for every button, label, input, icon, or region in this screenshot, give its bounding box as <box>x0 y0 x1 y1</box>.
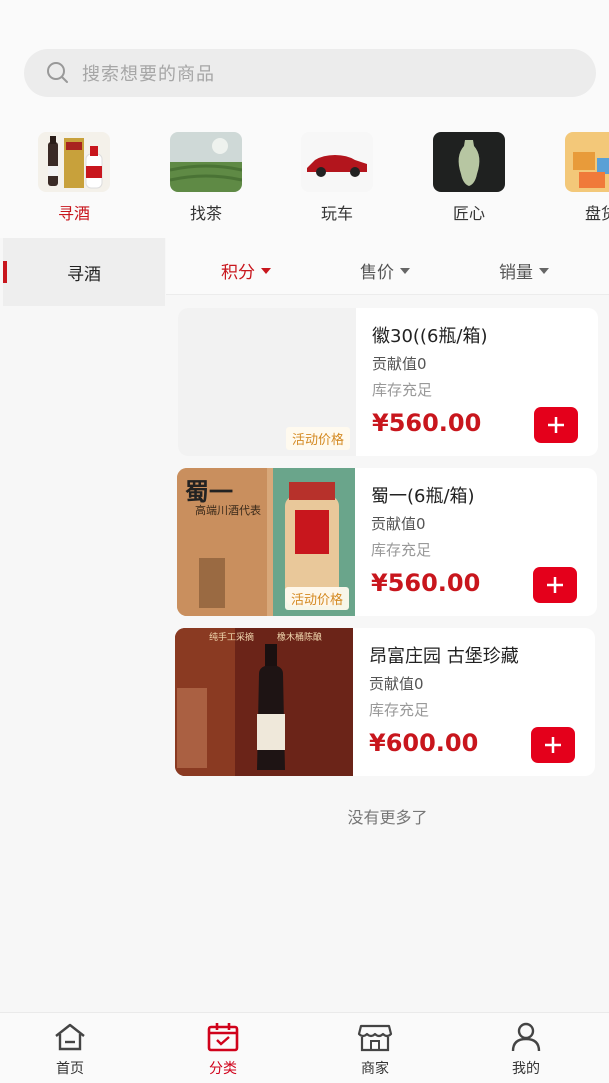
caret-down-icon <box>539 267 549 274</box>
product-stock: 库存充足 <box>369 701 430 719</box>
image-brand-subtext: 高端川酒代表 <box>195 504 261 517</box>
search-placeholder: 搜索想要的商品 <box>82 64 215 85</box>
sidebar-item-liquor[interactable]: 寻酒 <box>3 238 165 306</box>
product-stock: 库存充足 <box>371 541 432 559</box>
category-label: 寻酒 <box>57 204 90 223</box>
product-card[interactable]: 纯手工采摘 橡木桶陈酿 昂富庄园 古堡珍藏 贡献值0 库存充足 ¥600.00 <box>175 628 595 776</box>
category-craft[interactable]: 匠心 <box>424 132 514 224</box>
product-price: ¥560.00 <box>372 409 482 437</box>
tab-merchant[interactable]: 商家 <box>335 1021 415 1078</box>
product-contribution: 贡献值0 <box>371 515 426 533</box>
category-label: 找茶 <box>189 204 222 223</box>
search-icon <box>47 62 68 83</box>
active-indicator <box>3 261 7 283</box>
sort-sales[interactable]: 销量 <box>499 258 549 283</box>
end-of-list-text: 没有更多了 <box>347 808 428 827</box>
product-contribution: 贡献值0 <box>369 675 424 693</box>
image-caption-right: 橡木桶陈酿 <box>277 633 323 643</box>
sort-label: 售价 <box>360 263 394 283</box>
product-name: 昂富庄园 古堡珍藏 <box>369 646 519 667</box>
category-label: 匠心 <box>452 204 485 223</box>
tab-home[interactable]: 首页 <box>30 1021 110 1078</box>
product-card[interactable]: 活动价格 徽30((6瓶/箱) 贡献值0 库存充足 ¥560.00 <box>178 308 598 456</box>
product-name: 徽30((6瓶/箱) <box>372 326 488 347</box>
product-card[interactable]: 蜀一 高端川酒代表 活动价格 蜀一(6瓶/箱) 贡献值0 库存充足 ¥560.0… <box>177 468 597 616</box>
sort-price[interactable]: 售价 <box>360 258 410 283</box>
product-name: 蜀一(6瓶/箱) <box>371 486 475 507</box>
tea-field-image <box>170 132 242 192</box>
product-price: ¥600.00 <box>369 729 479 757</box>
sort-bar: 积分 售价 销量 <box>166 238 609 295</box>
category-label: 盘货 <box>584 204 609 223</box>
product-contribution: 贡献值0 <box>372 355 427 373</box>
search-bar[interactable]: 搜索想要的商品 <box>24 49 596 97</box>
promo-badge: 活动价格 <box>284 587 349 610</box>
sidebar-item-label: 寻酒 <box>67 264 101 285</box>
add-to-cart-button[interactable] <box>531 727 575 763</box>
tab-label: 分类 <box>209 1061 237 1077</box>
top-area: 搜索想要的商品 寻酒 找茶 玩车 匠心 盘货 <box>0 0 609 238</box>
caret-down-icon <box>261 267 271 274</box>
calendar-icon <box>207 1023 239 1052</box>
tab-mine[interactable]: 我的 <box>486 1021 566 1078</box>
product-image: 纯手工采摘 橡木桶陈酿 <box>175 628 353 776</box>
category-liquor[interactable]: 寻酒 <box>29 132 119 224</box>
product-stock: 库存充足 <box>372 381 433 399</box>
add-to-cart-button[interactable] <box>533 567 577 603</box>
product-image-placeholder: 活动价格 <box>178 308 356 456</box>
tab-label: 我的 <box>512 1061 540 1077</box>
vase-image <box>433 132 505 192</box>
car-image <box>301 132 373 192</box>
sidebar: 寻酒 <box>3 238 165 1012</box>
tab-category[interactable]: 分类 <box>183 1021 263 1078</box>
plus-icon <box>547 577 563 593</box>
category-label: 玩车 <box>320 204 353 223</box>
category-strip: 寻酒 找茶 玩车 匠心 盘货 <box>0 132 609 232</box>
liquor-image <box>38 132 110 192</box>
promo-badge: 活动价格 <box>285 427 350 450</box>
product-image: 蜀一 高端川酒代表 活动价格 <box>177 468 355 616</box>
tab-label: 首页 <box>56 1061 84 1077</box>
sort-points[interactable]: 积分 <box>221 258 271 283</box>
bottom-tab-bar: 首页 分类 商家 我的 <box>0 1012 609 1083</box>
boxes-image <box>565 132 609 192</box>
sort-label: 销量 <box>499 263 533 283</box>
product-price: ¥560.00 <box>371 569 481 597</box>
category-car[interactable]: 玩车 <box>292 132 382 224</box>
sort-label: 积分 <box>221 263 255 283</box>
user-icon <box>511 1022 541 1052</box>
category-inventory[interactable]: 盘货 <box>556 132 609 224</box>
category-tea[interactable]: 找茶 <box>161 132 251 224</box>
home-icon <box>55 1023 85 1051</box>
tab-label: 商家 <box>361 1061 389 1077</box>
image-caption-left: 纯手工采摘 <box>209 633 255 643</box>
caret-down-icon <box>400 267 410 274</box>
add-to-cart-button[interactable] <box>534 407 578 443</box>
plus-icon <box>545 737 561 753</box>
store-icon <box>357 1024 393 1052</box>
plus-icon <box>548 417 564 433</box>
